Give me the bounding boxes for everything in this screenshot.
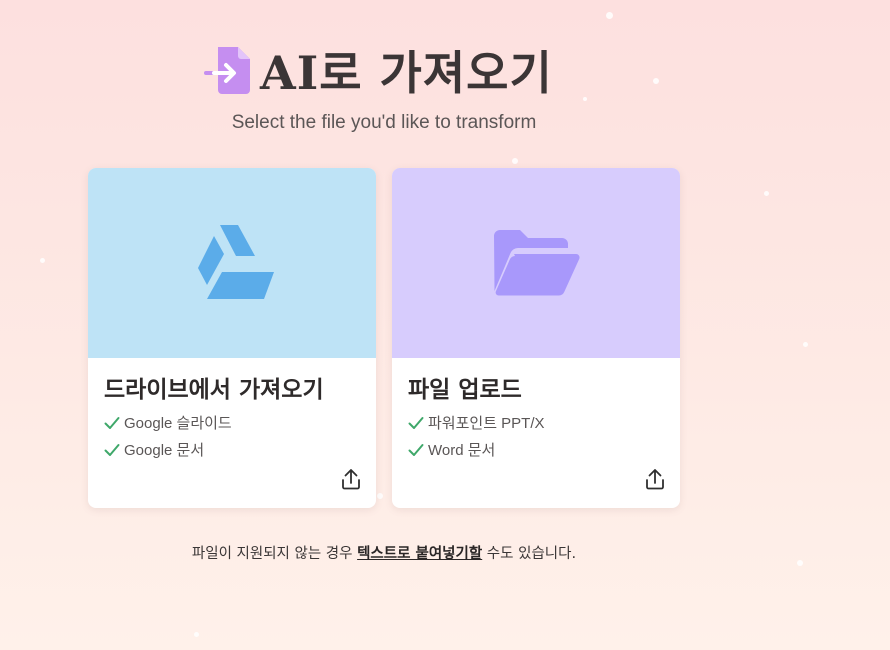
upload-icon[interactable] [645, 468, 665, 490]
footer-note: 파일이 지원되지 않는 경우 텍스트로 붙여넣기할 수도 있습니다. [0, 542, 768, 563]
page-title: AI로 가져오기 [260, 46, 553, 100]
sparkle [803, 342, 808, 347]
check-icon [104, 416, 120, 429]
sparkle [512, 158, 518, 164]
folder-open-icon [494, 230, 580, 296]
file-upload-card[interactable]: 파일 업로드 파워포인트 PPT/X Word 문서 [392, 168, 680, 508]
card-title: 파일 업로드 [408, 377, 522, 403]
check-icon [408, 416, 424, 429]
google-drive-icon [198, 225, 274, 299]
feature-label: Word 문서 [428, 442, 496, 459]
page-header: AI로 가져오기 [202, 40, 553, 100]
footer-prefix: 파일이 지원되지 않는 경우 [191, 546, 358, 562]
sparkle [194, 632, 199, 637]
feature-label: Google 슬라이드 [124, 415, 232, 432]
feature-item: Google 문서 [104, 439, 204, 460]
page-subtitle: Select the file you'd like to transform [231, 112, 537, 133]
sparkle [653, 78, 659, 84]
sparkle [764, 191, 769, 196]
card-banner [392, 168, 680, 358]
sparkle [606, 12, 613, 19]
sparkle [377, 493, 383, 499]
file-import-icon [204, 47, 250, 94]
sparkle [583, 97, 587, 101]
paste-as-text-link[interactable]: 텍스트로 붙여넣기할 [357, 546, 482, 562]
feature-item: 파워포인트 PPT/X [408, 412, 545, 433]
sparkle [797, 560, 803, 566]
feature-item: Word 문서 [408, 439, 495, 460]
import-from-drive-card[interactable]: 드라이브에서 가져오기 Google 슬라이드 Google 문서 [88, 168, 376, 508]
feature-label: 파워포인트 PPT/X [428, 415, 545, 432]
check-icon [104, 443, 120, 456]
footer-suffix: 수도 있습니다. [482, 546, 577, 562]
feature-label: Google 문서 [124, 442, 205, 459]
card-banner [88, 168, 376, 358]
sparkle [40, 258, 45, 263]
feature-item: Google 슬라이드 [104, 412, 232, 433]
check-icon [408, 443, 424, 456]
card-title: 드라이브에서 가져오기 [104, 377, 324, 403]
upload-icon[interactable] [341, 468, 361, 490]
